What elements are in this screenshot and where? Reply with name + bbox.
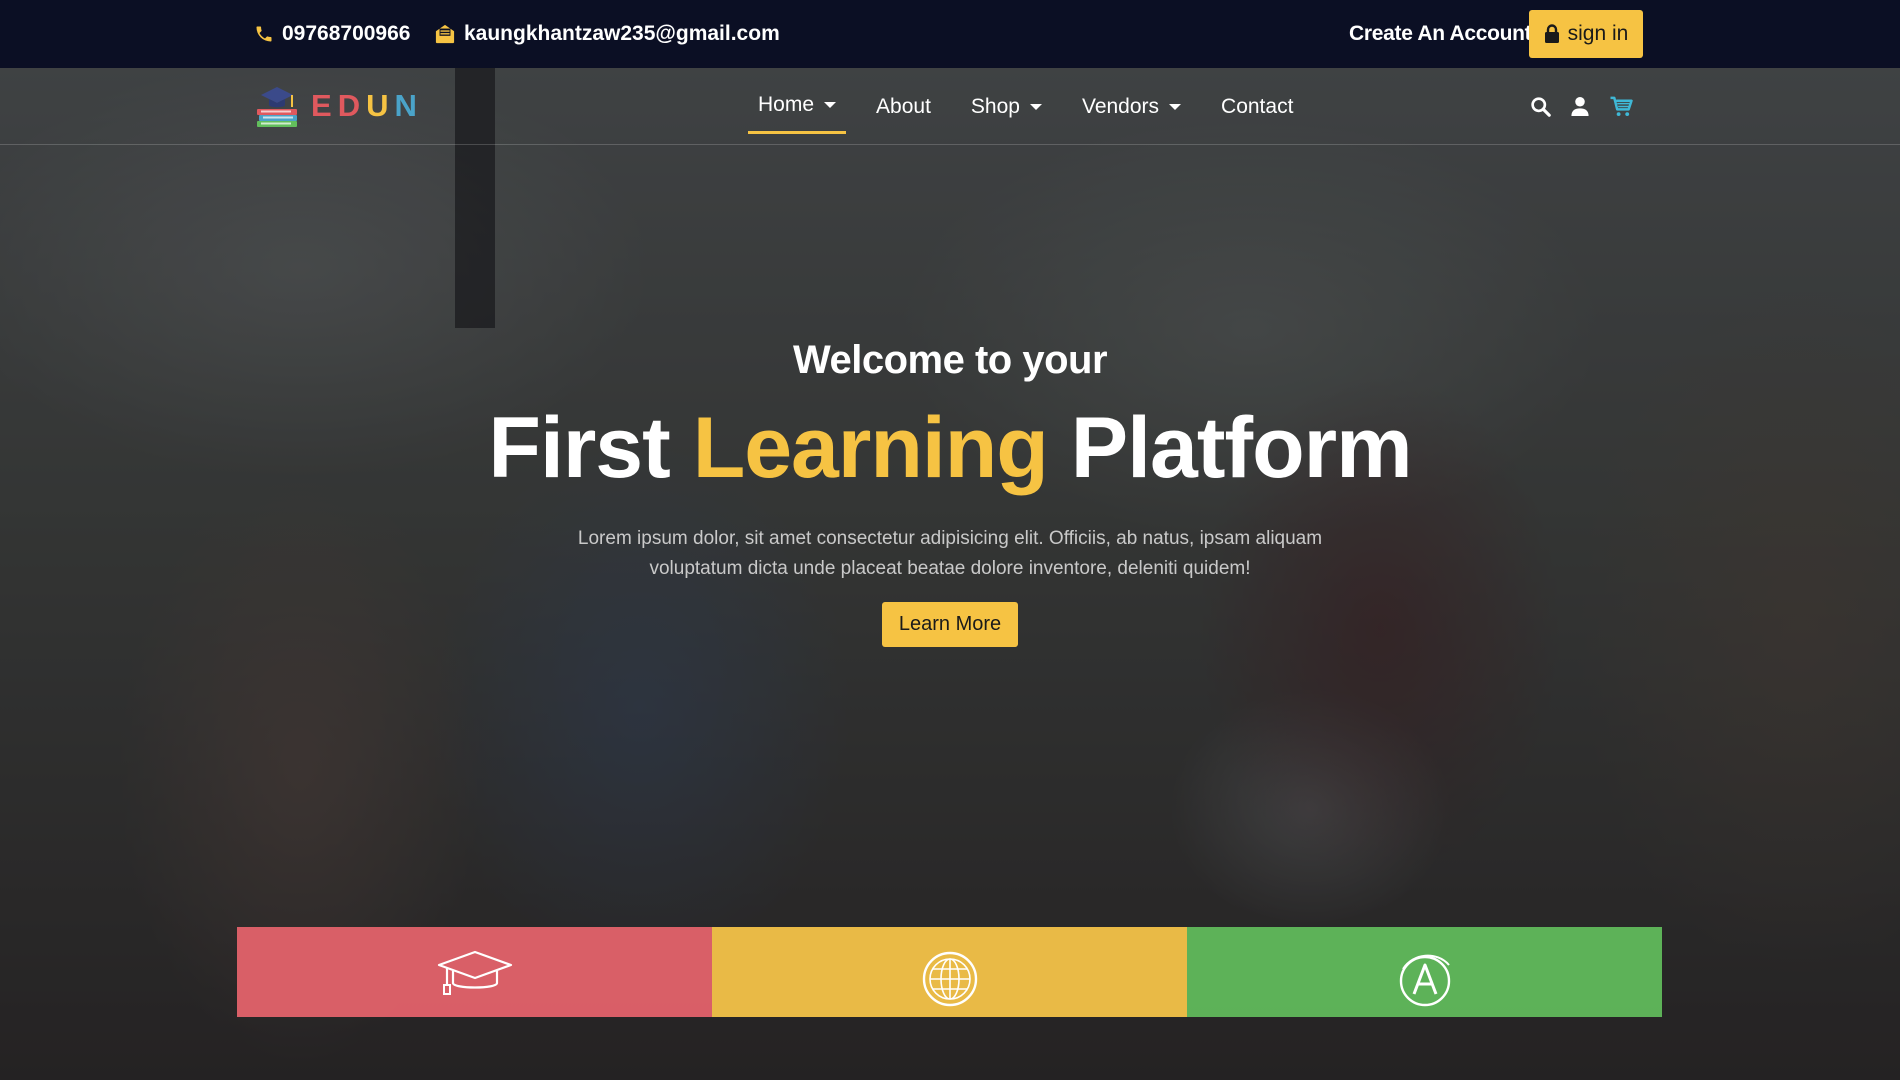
user-icon[interactable] xyxy=(1570,96,1590,117)
caret-down-icon xyxy=(824,101,837,108)
hero-content: Welcome to your First Learning Platform … xyxy=(0,338,1900,647)
phone-contact[interactable]: 09768700966 xyxy=(254,0,410,68)
hero-description: Lorem ipsum dolor, sit amet consectetur … xyxy=(577,527,1323,579)
nav-item-vendors[interactable]: Vendors xyxy=(1072,68,1191,145)
email-contact[interactable]: kaungkhantzaw235@gmail.com xyxy=(434,0,780,68)
search-icon[interactable] xyxy=(1530,96,1551,117)
lock-icon xyxy=(1544,24,1559,43)
graduation-cap-icon xyxy=(437,950,512,995)
phone-number: 09768700966 xyxy=(282,22,411,45)
hero-title-highlight: Learning xyxy=(692,400,1049,496)
site-logo[interactable]: EDUN xyxy=(255,82,423,130)
books-logo-icon xyxy=(257,87,297,127)
globe-icon xyxy=(922,951,977,1007)
nav-item-home[interactable]: Home xyxy=(748,68,847,145)
top-bar: 09768700966 kaungkhantzaw235@gmail.com C… xyxy=(0,0,1900,68)
nav-item-shop[interactable]: Shop xyxy=(961,68,1052,145)
cart-icon[interactable] xyxy=(1609,96,1633,117)
envelope-open-icon xyxy=(435,24,455,44)
nav-item-label: Vendors xyxy=(1081,94,1160,118)
feature-card-education[interactable] xyxy=(237,927,712,1017)
feature-card-grade[interactable] xyxy=(1187,927,1662,1017)
nav-item-about[interactable]: About xyxy=(866,68,941,145)
hero-title-first: First xyxy=(488,400,670,496)
phone-icon xyxy=(256,26,272,42)
main-navbar: EDUN Home About Shop Vendors Contact xyxy=(0,68,1900,145)
sign-in-label: sign in xyxy=(1567,22,1629,45)
caret-down-icon xyxy=(1029,103,1042,110)
feature-cards xyxy=(237,927,1662,1017)
sign-in-button[interactable]: sign in xyxy=(1529,10,1643,58)
nav-item-label: Home xyxy=(758,92,815,116)
hero-title-last: Platform xyxy=(1070,400,1413,496)
logo-text: EDUN xyxy=(311,88,423,124)
logo-letter-u: U xyxy=(366,88,395,123)
nav-item-label: Shop xyxy=(970,94,1020,118)
grade-a-icon xyxy=(1399,954,1450,1007)
nav-menu: Home About Shop Vendors Contact xyxy=(748,68,1323,145)
caret-down-icon xyxy=(1169,103,1182,110)
nav-item-label: Contact xyxy=(1221,94,1294,118)
feature-card-global[interactable] xyxy=(712,927,1187,1017)
logo-letter-n: N xyxy=(394,88,423,123)
logo-letter-d: D xyxy=(337,88,367,123)
hero-title: First Learning Platform xyxy=(0,401,1900,496)
hero-welcome: Welcome to your xyxy=(792,338,1108,382)
nav-item-label: About xyxy=(876,94,931,118)
nav-icons xyxy=(1530,68,1652,145)
create-account-link[interactable]: Create An Account xyxy=(1349,0,1532,68)
email-address: kaungkhantzaw235@gmail.com xyxy=(464,22,780,45)
nav-item-contact[interactable]: Contact xyxy=(1211,68,1303,145)
learn-more-button[interactable]: Learn More xyxy=(881,601,1019,647)
logo-letter-e: E xyxy=(311,88,338,123)
hero-section: EDUN Home About Shop Vendors Contact Wel… xyxy=(0,68,1900,1080)
